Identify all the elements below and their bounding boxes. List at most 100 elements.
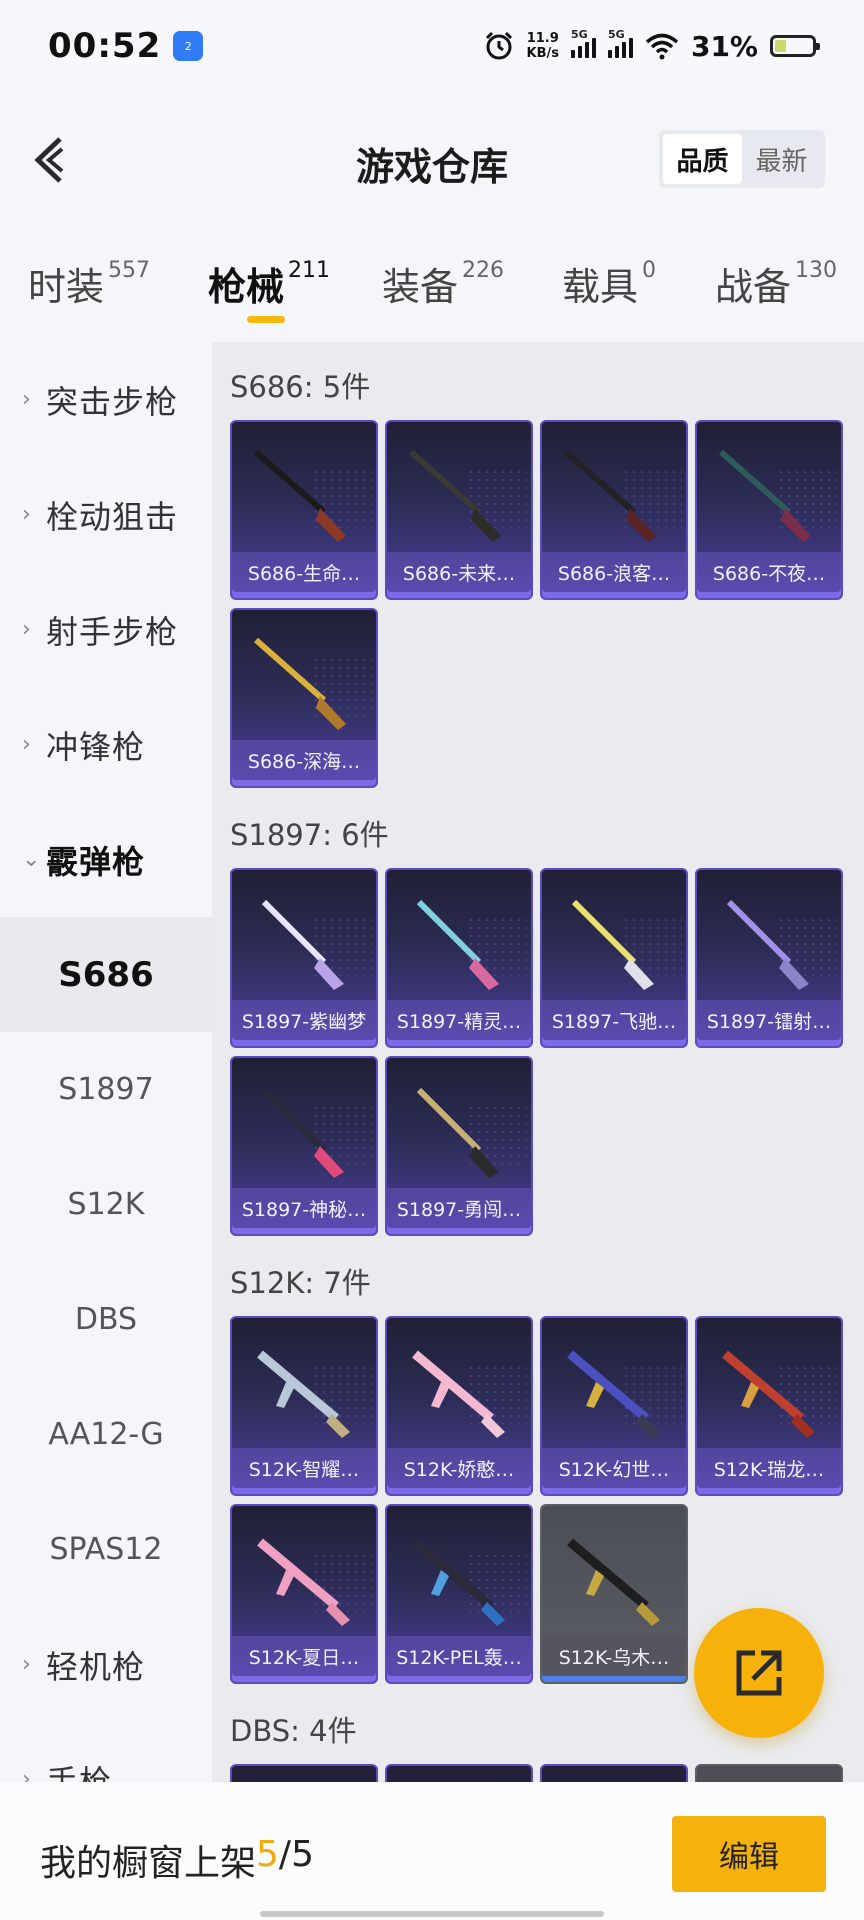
shotgun-icon bbox=[719, 449, 811, 542]
sidebar-sub-aa12g[interactable]: AA12-G bbox=[0, 1377, 212, 1492]
item-card[interactable]: S686-深海… bbox=[230, 608, 378, 788]
item-name: S686-不夜… bbox=[697, 552, 841, 592]
item-name: S12K-夏日… bbox=[232, 1636, 376, 1676]
item-name: S686-生命… bbox=[232, 552, 376, 592]
chevron-right-icon: › bbox=[22, 732, 31, 757]
sidebar-item-pistol[interactable]: › 手枪 bbox=[0, 1722, 212, 1783]
shotgun-icon bbox=[254, 637, 346, 730]
item-card[interactable]: S1897-飞驰… bbox=[540, 868, 688, 1048]
item-card[interactable]: S1897-神秘… bbox=[230, 1056, 378, 1236]
signal-icon-sim2: 5G bbox=[607, 28, 633, 58]
section-title-s12k: S12K: 7件 bbox=[230, 1266, 371, 1300]
net-speed: 11.9 KB/s bbox=[526, 31, 559, 61]
sort-newest-option[interactable]: 最新 bbox=[742, 134, 821, 184]
shotgun-icon bbox=[571, 899, 654, 990]
tab-fashion[interactable]: 时装 557 bbox=[28, 256, 150, 311]
sidebar: › 突击步枪 › 栓动狙击 › 射手步枪 › 冲锋枪 ⌄ 霰弹枪 S686 S1897 S… bbox=[0, 342, 212, 1782]
battery-percent: 31% bbox=[690, 29, 758, 63]
shotgun-icon bbox=[726, 899, 809, 990]
warehouse-screen: 00:52 2 11.9 KB/s 5G 5G 31% 游戏仓库 品质 最新 时… bbox=[0, 0, 864, 1920]
item-card[interactable] bbox=[695, 1764, 843, 1782]
item-name: S12K-幻世… bbox=[542, 1448, 686, 1488]
chevron-down-icon: ⌄ bbox=[22, 847, 41, 872]
sidebar-item-bolt-sniper[interactable]: › 栓动狙击 bbox=[0, 457, 212, 572]
item-card[interactable]: S686-未来… bbox=[385, 420, 533, 600]
bottom-bar: 我的橱窗上架 5 / 5 编辑 bbox=[0, 1782, 864, 1920]
rifle-icon bbox=[567, 1350, 660, 1438]
tab-equipment[interactable]: 装备 226 bbox=[382, 256, 504, 311]
item-name: S1897-神秘… bbox=[232, 1188, 376, 1228]
item-name: S686-未来… bbox=[387, 552, 531, 592]
item-card[interactable]: S1897-镭射… bbox=[695, 868, 843, 1048]
sidebar-item-marksman-rifle[interactable]: › 射手步枪 bbox=[0, 572, 212, 687]
rifle-icon bbox=[257, 1350, 350, 1438]
clock: 00:52 bbox=[48, 26, 162, 66]
item-name: S686-深海… bbox=[232, 740, 376, 780]
category-tabs: 时装 557 枪械 211 装备 226 载具 0 战备 130 bbox=[0, 226, 864, 342]
item-name: S1897-飞驰… bbox=[542, 1000, 686, 1040]
item-name: S12K-娇憨… bbox=[387, 1448, 531, 1488]
item-card[interactable]: S686-浪客… bbox=[540, 420, 688, 600]
item-card[interactable]: S686-生命… bbox=[230, 420, 378, 600]
sidebar-sub-s12k[interactable]: S12K bbox=[0, 1147, 212, 1262]
item-card[interactable]: S12K-乌木… bbox=[540, 1504, 688, 1684]
tab-supplies[interactable]: 战备 130 bbox=[715, 256, 837, 311]
status-bar: 00:52 2 11.9 KB/s 5G 5G 31% bbox=[0, 0, 864, 92]
sidebar-sub-spas12[interactable]: SPAS12 bbox=[0, 1492, 212, 1607]
item-card[interactable]: S686-不夜… bbox=[695, 420, 843, 600]
showcase-status: 我的橱窗上架 5 / 5 bbox=[40, 1834, 314, 1884]
status-indicators: 11.9 KB/s 5G 5G 31% bbox=[483, 28, 820, 63]
item-card[interactable]: S12K-智耀… bbox=[230, 1316, 378, 1496]
chevron-right-icon: › bbox=[22, 617, 31, 642]
shotgun-icon bbox=[409, 449, 501, 542]
shotgun-icon bbox=[564, 449, 656, 542]
sort-quality-option[interactable]: 品质 bbox=[663, 134, 742, 184]
chevron-right-icon: › bbox=[22, 387, 31, 412]
item-card[interactable]: S12K-夏日… bbox=[230, 1504, 378, 1684]
signal-icon-sim1: 5G bbox=[570, 28, 596, 58]
sort-toggle: 品质 最新 bbox=[659, 130, 825, 188]
sidebar-sub-s686[interactable]: S686 bbox=[0, 917, 212, 1032]
shotgun-icon bbox=[254, 449, 346, 542]
item-card[interactable]: S12K-幻世… bbox=[540, 1316, 688, 1496]
item-card[interactable] bbox=[540, 1764, 688, 1782]
item-name: S12K-瑞龙… bbox=[697, 1448, 841, 1488]
rifle-icon bbox=[257, 1538, 350, 1626]
wifi-icon bbox=[645, 33, 679, 60]
shotgun-icon bbox=[416, 1087, 499, 1178]
shotgun-icon bbox=[261, 899, 344, 990]
item-card[interactable]: S12K-瑞龙… bbox=[695, 1316, 843, 1496]
share-button[interactable] bbox=[694, 1608, 824, 1738]
shotgun-icon bbox=[416, 899, 499, 990]
chevron-right-icon: › bbox=[22, 1767, 31, 1782]
edit-button[interactable]: 编辑 bbox=[672, 1816, 826, 1892]
sidebar-sub-dbs[interactable]: DBS bbox=[0, 1262, 212, 1377]
item-card[interactable]: S12K-PEL轰… bbox=[385, 1504, 533, 1684]
sidebar-item-assault-rifle[interactable]: › 突击步枪 bbox=[0, 342, 212, 457]
chevron-right-icon: › bbox=[22, 1652, 31, 1677]
home-indicator[interactable] bbox=[260, 1911, 604, 1917]
sidebar-item-smg[interactable]: › 冲锋枪 bbox=[0, 687, 212, 802]
sidebar-item-lmg[interactable]: › 轻机枪 bbox=[0, 1607, 212, 1722]
item-name: S12K-PEL轰… bbox=[387, 1636, 531, 1676]
item-card[interactable] bbox=[230, 1764, 378, 1782]
sidebar-item-shotgun[interactable]: ⌄ 霰弹枪 bbox=[0, 802, 212, 917]
item-card[interactable] bbox=[385, 1764, 533, 1782]
item-card[interactable]: S12K-娇憨… bbox=[385, 1316, 533, 1496]
tab-vehicles[interactable]: 载具 0 bbox=[562, 256, 656, 311]
item-grid: S686: 5件 S686-生命… S686-未来… S686-浪客… S686… bbox=[212, 342, 864, 1782]
battery-icon bbox=[770, 35, 820, 57]
item-name: S1897-精灵… bbox=[387, 1000, 531, 1040]
chevron-right-icon: › bbox=[22, 502, 31, 527]
active-tab-indicator bbox=[247, 316, 285, 323]
item-name: S12K-智耀… bbox=[232, 1448, 376, 1488]
sidebar-sub-s1897[interactable]: S1897 bbox=[0, 1032, 212, 1147]
rifle-icon bbox=[412, 1538, 505, 1626]
item-name: S1897-紫幽梦 bbox=[232, 1000, 376, 1040]
item-name: S1897-镭射… bbox=[697, 1000, 841, 1040]
item-card[interactable]: S1897-勇闯… bbox=[385, 1056, 533, 1236]
item-card[interactable]: S1897-精灵… bbox=[385, 868, 533, 1048]
tab-firearms[interactable]: 枪械 211 bbox=[208, 256, 330, 311]
item-name: S12K-乌木… bbox=[542, 1636, 686, 1676]
item-card[interactable]: S1897-紫幽梦 bbox=[230, 868, 378, 1048]
